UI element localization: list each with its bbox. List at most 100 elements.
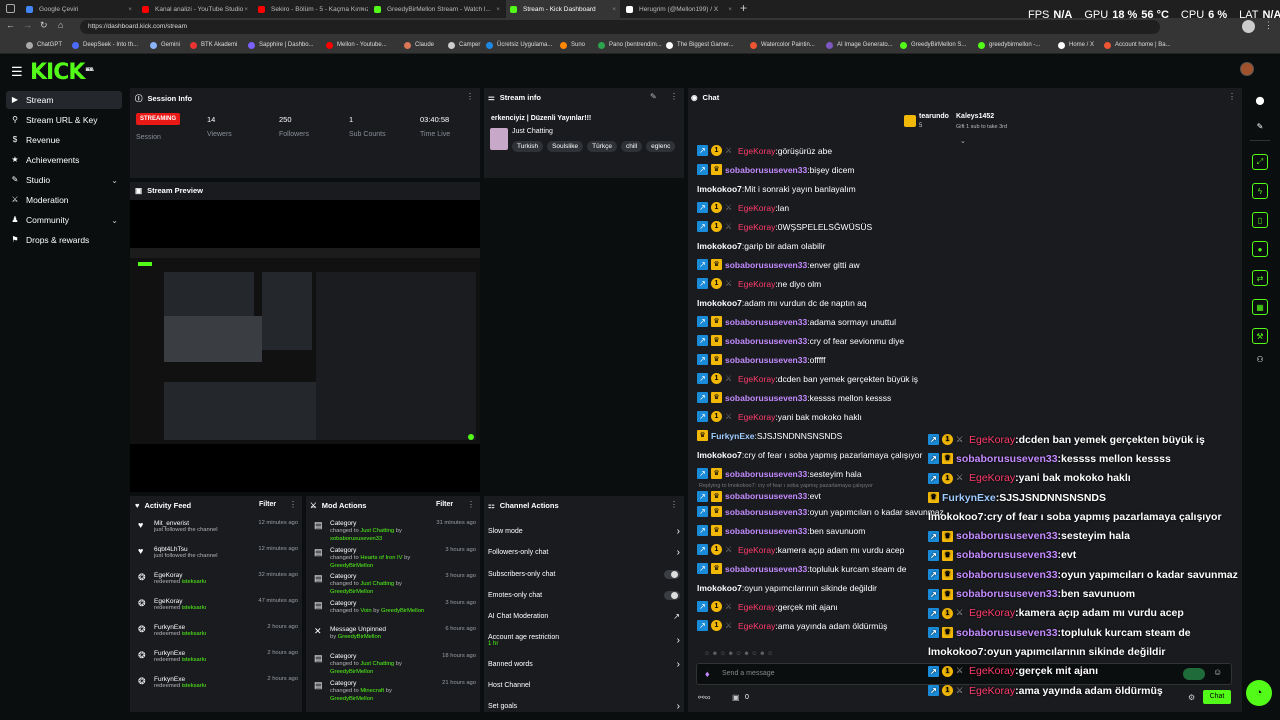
activity-username[interactable]: FurkynExe [154, 624, 261, 631]
chat-username[interactable]: EgeKoray [738, 374, 775, 384]
tab-close-icon[interactable]: × [360, 6, 364, 13]
channel-action-row[interactable]: Subscribers-only chat [488, 564, 680, 585]
document-icon[interactable]: ▯ [1252, 212, 1268, 228]
kick-logo[interactable]: KICKBETA [30, 60, 94, 85]
chat-username[interactable]: sobaborususeven33 [725, 469, 807, 479]
video-player[interactable] [130, 200, 480, 492]
tab-close-icon[interactable]: × [128, 6, 132, 13]
mod-action-v1[interactable]: GreedyBirMellon [338, 634, 381, 640]
channel-action-row[interactable]: Emotes-only chat [488, 585, 680, 606]
mod-filter-button[interactable]: Filter [436, 501, 453, 508]
activity-username[interactable]: Mit_enverist [154, 520, 252, 527]
gift-prompt[interactable]: Gift 1 sub to take 3rd [956, 124, 1007, 130]
sidebar-item-community[interactable]: ♟ Community ⌄ [6, 211, 122, 229]
support-chat-button[interactable]: ◔ [1246, 680, 1272, 706]
chevron-right-icon[interactable]: › [677, 635, 680, 646]
stream-tag[interactable]: chill [620, 141, 643, 152]
connections-icon[interactable]: ⚯∞ [698, 693, 710, 702]
edit-pencil-icon[interactable]: ✎ [650, 92, 657, 101]
stream-tag[interactable]: eglenc [646, 141, 676, 152]
wrench-icon[interactable]: ⚒ [1252, 328, 1268, 344]
chat-username[interactable]: sobaborususeven33 [725, 355, 807, 365]
channel-action-row[interactable]: AI Chat Moderation ↗ [488, 606, 680, 627]
chat-username[interactable]: EgeKoray [738, 545, 775, 555]
tab-close-icon[interactable]: × [612, 6, 616, 13]
bookmark-item[interactable]: greedybirmellon -... [978, 36, 1040, 54]
url-input[interactable]: https://dashboard.kick.com/stream [80, 20, 1160, 34]
chat-username[interactable]: lmokokoo7 [697, 184, 742, 194]
browser-menu-icon[interactable]: ⋮ [1264, 20, 1273, 31]
tab-close-icon[interactable]: × [496, 6, 500, 13]
mod-action-v1[interactable]: Voin [360, 608, 371, 614]
bookmark-item[interactable]: The Biggest Gamer... [666, 36, 734, 54]
activity-username[interactable]: EgeKoray [154, 572, 252, 579]
message-icon[interactable]: ● [1252, 241, 1268, 257]
stream-tag[interactable]: Türkçe [587, 141, 617, 152]
bookmark-item[interactable]: Account home | Ba... [1104, 36, 1171, 54]
activity-username[interactable]: FurkynExe [154, 676, 261, 683]
forward-icon[interactable]: → [23, 20, 32, 30]
chat-username[interactable]: lmokokoo7 [697, 583, 742, 593]
lightning-icon[interactable]: ϟ [1252, 183, 1268, 199]
mod-action-v1[interactable]: Just Chatting [360, 661, 394, 667]
chat-username[interactable]: sobaborususeven33 [725, 507, 807, 517]
toggle-switch[interactable] [664, 591, 680, 601]
toggle-switch[interactable] [664, 569, 680, 579]
reload-icon[interactable]: ↻ [40, 20, 48, 31]
back-icon[interactable]: ← [6, 20, 15, 30]
sidebar-item-achievements[interactable]: ★ Achievements [6, 151, 122, 169]
mod-action-v1[interactable]: Minecraft [360, 688, 384, 694]
help-icon[interactable]: ⬤ [1252, 92, 1268, 108]
channel-action-row[interactable]: Banned words › [488, 653, 680, 674]
mod-action-v1[interactable]: Hearts of Iron IV [360, 555, 402, 561]
mod-action-v2[interactable]: sobaborususeven33 [330, 536, 382, 542]
bookmark-item[interactable]: Sapphire | Dashbo... [248, 36, 314, 54]
chat-username[interactable]: EgeKoray [738, 602, 775, 612]
new-tab-icon[interactable]: + [740, 1, 747, 15]
chat-username[interactable]: sobaborususeven33 [725, 317, 807, 327]
tab-close-icon[interactable]: × [728, 6, 732, 13]
session-menu-icon[interactable]: ⋮ [466, 92, 474, 101]
activity-username[interactable]: 6qbt4LhTsu [154, 546, 252, 553]
sidebar-item-moderation[interactable]: ⚔ Moderation [6, 191, 122, 209]
chat-username[interactable]: EgeKoray [738, 146, 775, 156]
sidebar-item-drops-rewards[interactable]: ⚑ Drops & rewards [6, 231, 122, 249]
chat-username[interactable]: sobaborususeven33 [725, 165, 807, 175]
channel-action-row[interactable]: Host Channel [488, 675, 680, 696]
browser-tab[interactable]: Google Çeviri × [22, 0, 136, 18]
home-icon[interactable]: ⌂ [58, 20, 63, 30]
chat-menu-icon[interactable]: ⋮ [1228, 92, 1236, 101]
channel-action-row[interactable]: Set goals › [488, 696, 680, 717]
chat-username[interactable]: sobaborususeven33 [725, 491, 807, 501]
bookmark-item[interactable]: Gemini [150, 36, 180, 54]
mod-menu-icon[interactable]: ⋮ [467, 500, 475, 509]
bookmark-item[interactable]: DeepSeek - Into th... [72, 36, 138, 54]
stream-tag[interactable]: Turkish [512, 141, 544, 152]
bookmark-item[interactable]: Watercolor Paintin... [750, 36, 815, 54]
chat-username[interactable]: lmokokoo7 [697, 241, 742, 251]
mod-action-v1[interactable]: Just Chatting [360, 528, 394, 534]
chat-username[interactable]: sobaborususeven33 [725, 564, 807, 574]
sidebar-item-studio[interactable]: ✎ Studio ⌄ [6, 171, 122, 189]
mic-icon[interactable]: ♦ [705, 669, 710, 679]
chevron-down-icon[interactable]: ⌄ [111, 216, 118, 225]
stream-tag[interactable]: Soulslike [547, 141, 584, 152]
chevron-right-icon[interactable]: › [677, 659, 680, 670]
hamburger-menu-icon[interactable]: ☰ [11, 64, 23, 80]
pencil-icon[interactable]: ✎ [1252, 118, 1268, 134]
bookmark-item[interactable]: Ücretsiz Uygulama... [486, 36, 552, 54]
browser-tab[interactable]: Sekiro - Bölüm - 5 - Kaçma Kırmızı × [254, 0, 368, 18]
chat-username[interactable]: sobaborususeven33 [725, 526, 807, 536]
stream-info-menu-icon[interactable]: ⋮ [670, 92, 678, 101]
activity-username[interactable]: EgeKoray [154, 598, 252, 605]
users-icon[interactable]: ⚇ [1252, 351, 1268, 367]
user-avatar[interactable] [1240, 62, 1254, 76]
bookmark-item[interactable]: GreedyBirMellon S... [900, 36, 966, 54]
profile-avatar[interactable] [1242, 20, 1255, 33]
mod-action-v2[interactable]: GreedyBirMellon [330, 696, 373, 702]
bookmark-item[interactable]: Claude [404, 36, 434, 54]
mod-action-v2[interactable]: GreedyBirMellon [330, 563, 373, 569]
chat-username[interactable]: EgeKoray [738, 222, 775, 232]
chat-username[interactable]: lmokokoo7 [697, 298, 742, 308]
chat-username[interactable]: sobaborususeven33 [725, 260, 807, 270]
